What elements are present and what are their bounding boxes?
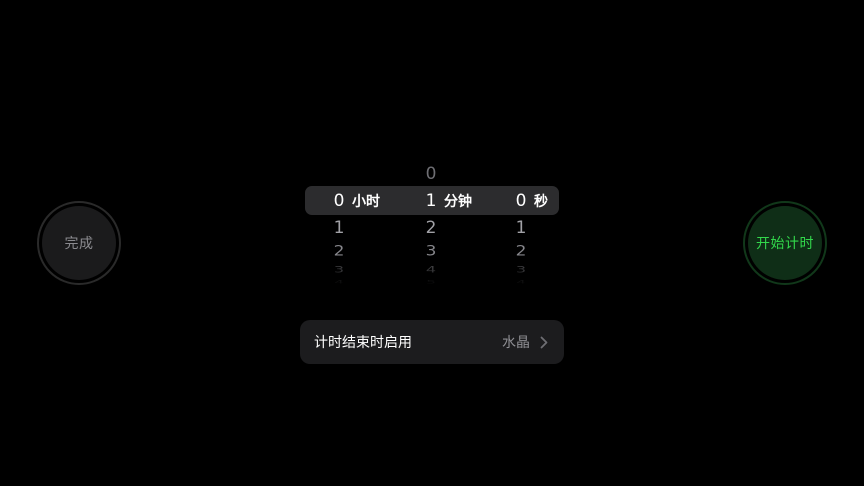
hours-option[interactable]: 3 bbox=[327, 264, 351, 274]
done-button-label: 完成 bbox=[42, 206, 116, 280]
minutes-option[interactable]: 2 bbox=[419, 218, 443, 238]
chevron-right-icon bbox=[538, 335, 550, 349]
minutes-option[interactable]: 0 bbox=[419, 164, 443, 184]
seconds-option[interactable]: 4 bbox=[509, 279, 533, 284]
hours-option[interactable]: 1 bbox=[327, 218, 351, 238]
hours-selected: 0 小时 bbox=[327, 191, 380, 211]
hours-unit-label: 小时 bbox=[352, 194, 380, 210]
hours-option[interactable]: 2 bbox=[327, 243, 351, 260]
sound-value: 水晶 bbox=[502, 335, 530, 351]
minutes-selected: 1 分钟 bbox=[419, 191, 472, 211]
duration-picker[interactable]: 0 小时 1 2 3 4 0 1 分钟 2 3 4 5 0 秒 1 2 3 4 bbox=[305, 160, 559, 285]
start-timer-button[interactable]: 开始计时 bbox=[743, 201, 827, 285]
seconds-option[interactable]: 1 bbox=[509, 218, 533, 238]
minutes-option[interactable]: 3 bbox=[419, 243, 443, 260]
seconds-selected: 0 秒 bbox=[509, 191, 548, 211]
hours-selected-value: 0 bbox=[333, 191, 345, 211]
hours-wheel[interactable]: 0 小时 1 2 3 4 bbox=[327, 160, 397, 285]
when-timer-ends-row[interactable]: 计时结束时启用 水晶 bbox=[300, 320, 564, 364]
minutes-option[interactable]: 4 bbox=[419, 264, 443, 274]
seconds-option[interactable]: 2 bbox=[509, 243, 533, 260]
minutes-wheel[interactable]: 0 1 分钟 2 3 4 5 bbox=[419, 160, 489, 285]
seconds-selected-value: 0 bbox=[515, 191, 527, 211]
minutes-selected-value: 1 bbox=[425, 191, 437, 211]
start-timer-button-label: 开始计时 bbox=[748, 206, 822, 280]
seconds-unit-label: 秒 bbox=[534, 194, 548, 210]
seconds-wheel[interactable]: 0 秒 1 2 3 4 bbox=[509, 160, 559, 285]
minutes-option[interactable]: 5 bbox=[419, 279, 443, 284]
when-timer-ends-label: 计时结束时启用 bbox=[314, 335, 412, 351]
hours-option[interactable]: 4 bbox=[327, 279, 351, 284]
timer-screen: 完成 开始计时 0 小时 1 2 3 4 0 1 分钟 2 3 4 5 0 秒 … bbox=[0, 0, 864, 486]
done-button[interactable]: 完成 bbox=[37, 201, 121, 285]
minutes-unit-label: 分钟 bbox=[444, 194, 472, 210]
seconds-option[interactable]: 3 bbox=[509, 264, 533, 274]
